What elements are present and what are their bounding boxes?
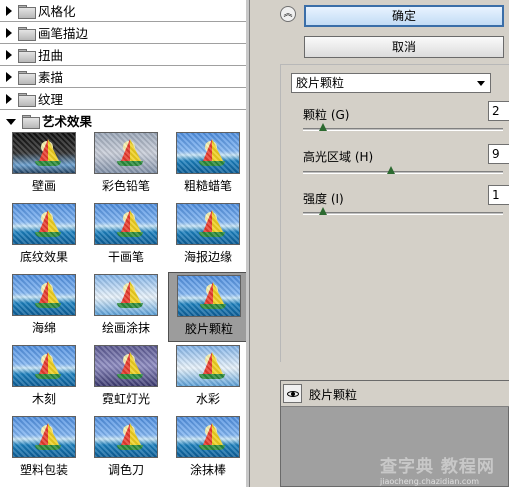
- highlight-area-slider-handle[interactable]: [387, 166, 396, 175]
- filter-preview-image: [94, 274, 158, 316]
- intensity-input[interactable]: 1: [488, 185, 509, 205]
- intensity-slider-handle[interactable]: [319, 207, 328, 216]
- ok-button[interactable]: 确定: [304, 5, 504, 27]
- filter-thumbnail[interactable]: 干画笔: [86, 201, 166, 271]
- filter-thumbnail[interactable]: 水彩: [168, 343, 248, 413]
- highlight-area-slider[interactable]: [303, 171, 503, 174]
- grain-slider-handle[interactable]: [319, 123, 328, 132]
- category-stylize[interactable]: 风格化: [0, 0, 249, 22]
- filter-preview-image: [12, 132, 76, 174]
- filter-thumbnail-label: 底纹效果: [19, 250, 68, 264]
- grain-slider[interactable]: [303, 128, 503, 131]
- filter-thumbnail-label: 彩色铅笔: [101, 179, 150, 193]
- folder-icon: [18, 48, 36, 63]
- filter-thumbnail[interactable]: 木刻: [4, 343, 84, 413]
- filter-thumbnail[interactable]: 胶片颗粒: [168, 272, 248, 342]
- filter-thumbnail[interactable]: 绘画涂抹: [86, 272, 166, 342]
- grain-input[interactable]: 2: [488, 101, 509, 121]
- visibility-toggle[interactable]: [283, 384, 302, 403]
- expand-arrow-icon[interactable]: [6, 93, 12, 104]
- filter-preview-image: [94, 416, 158, 458]
- filter-select[interactable]: 胶片颗粒: [291, 73, 491, 93]
- category-label: 艺术效果: [42, 114, 93, 129]
- eye-icon: [287, 391, 299, 397]
- filter-select-value: 胶片颗粒: [296, 76, 345, 90]
- filter-thumbnail-label: 木刻: [31, 392, 56, 406]
- folder-icon: [18, 70, 36, 85]
- filter-thumbnail-label: 干画笔: [107, 250, 144, 264]
- filter-preview-image: [12, 416, 76, 458]
- folder-open-icon: [22, 114, 40, 129]
- filter-thumbnail-label: 水彩: [195, 392, 220, 406]
- intensity-label: 强度 (I): [303, 192, 344, 206]
- category-texture[interactable]: 纹理: [0, 88, 249, 110]
- category-label: 纹理: [38, 92, 64, 107]
- category-label: 风格化: [38, 4, 76, 19]
- filter-thumbnail-label: 调色刀: [107, 463, 144, 477]
- filter-preview-image: [12, 345, 76, 387]
- category-brush-strokes[interactable]: 画笔描边: [0, 22, 249, 44]
- filter-preview-image: [94, 203, 158, 245]
- layer-label: 胶片颗粒: [309, 388, 358, 402]
- filter-thumbnails: 壁画 彩色铅笔 粗糙蜡笔底纹效果 干画笔 海报边缘海绵 绘画涂抹 胶片颗粒木刻 霓虹灯光 水彩塑…: [0, 130, 249, 487]
- filter-thumbnail[interactable]: 涂抹棒: [168, 414, 248, 484]
- grain-label: 颗粒 (G): [303, 108, 350, 122]
- scrollbar[interactable]: [246, 0, 249, 487]
- folder-icon: [18, 26, 36, 41]
- filter-thumbnail-label: 涂抹棒: [189, 463, 226, 477]
- highlight-area-label: 高光区域 (H): [303, 150, 374, 164]
- expand-arrow-icon[interactable]: [6, 27, 12, 38]
- filter-preview-image: [12, 203, 76, 245]
- filter-preview-image: [176, 132, 240, 174]
- category-label: 素描: [38, 70, 64, 85]
- filter-preview-image: [176, 203, 240, 245]
- collapse-gallery-button[interactable]: ︽: [280, 6, 296, 22]
- filter-thumbnail[interactable]: 海绵: [4, 272, 84, 342]
- filter-preview-image: [177, 275, 241, 317]
- filter-thumbnail-label: 海报边缘: [183, 250, 232, 264]
- filter-thumbnail-label: 绘画涂抹: [101, 321, 150, 335]
- collapse-arrow-icon[interactable]: [6, 118, 16, 125]
- filter-options: 胶片颗粒 颗粒 (G) 2 高光区域 (H) 9 强度 (I) 1: [280, 64, 509, 362]
- filter-thumbnail-label: 塑料包装: [19, 463, 68, 477]
- category-label: 扭曲: [38, 48, 64, 63]
- filter-preview-image: [176, 416, 240, 458]
- filter-thumbnail[interactable]: 彩色铅笔: [86, 130, 166, 200]
- category-sketch[interactable]: 素描: [0, 66, 249, 88]
- filter-gallery-list: 风格化 画笔描边 扭曲 素描 纹理 艺术效果 壁画 彩色铅笔 粗糙蜡笔底纹效果 干画笔…: [0, 0, 250, 487]
- dropdown-arrow-icon: [477, 81, 485, 86]
- intensity-slider[interactable]: [303, 212, 503, 215]
- highlight-area-input[interactable]: 9: [488, 144, 509, 164]
- filter-thumbnail-label: 壁画: [31, 179, 56, 193]
- filter-thumbnail-label: 胶片颗粒: [184, 322, 233, 336]
- filter-preview-image: [94, 345, 158, 387]
- expand-arrow-icon[interactable]: [6, 49, 12, 60]
- filter-thumbnail[interactable]: 壁画: [4, 130, 84, 200]
- filter-thumbnail[interactable]: 海报边缘: [168, 201, 248, 271]
- filter-settings-panel: ︽ 确定 取消 胶片颗粒 颗粒 (G) 2 高光区域 (H) 9 强度 (I) …: [268, 0, 509, 487]
- filter-thumbnail[interactable]: 粗糙蜡笔: [168, 130, 248, 200]
- filter-preview-image: [94, 132, 158, 174]
- expand-arrow-icon[interactable]: [6, 5, 12, 16]
- watermark: 查字典 教程网 jiaocheng.chazidian.com: [380, 452, 505, 486]
- filter-preview-image: [176, 345, 240, 387]
- filter-thumbnail[interactable]: 调色刀: [86, 414, 166, 484]
- filter-preview-image: [12, 274, 76, 316]
- watermark-url: jiaocheng.chazidian.com: [380, 477, 480, 486]
- category-label: 画笔描边: [38, 26, 89, 41]
- filter-thumbnail[interactable]: 底纹效果: [4, 201, 84, 271]
- category-artistic[interactable]: 艺术效果: [0, 110, 249, 132]
- filter-thumbnail[interactable]: 霓虹灯光: [86, 343, 166, 413]
- cancel-button[interactable]: 取消: [304, 36, 504, 58]
- filter-thumbnail-label: 霓虹灯光: [101, 392, 150, 406]
- filter-thumbnail[interactable]: 塑料包装: [4, 414, 84, 484]
- filter-thumbnail-label: 海绵: [31, 321, 56, 335]
- expand-arrow-icon[interactable]: [6, 71, 12, 82]
- watermark-title: 查字典 教程网: [380, 457, 495, 477]
- folder-icon: [18, 4, 36, 19]
- effect-layer-row[interactable]: 胶片颗粒: [281, 381, 509, 407]
- category-distort[interactable]: 扭曲: [0, 44, 249, 66]
- folder-icon: [18, 92, 36, 107]
- filter-thumbnail-label: 粗糙蜡笔: [183, 179, 232, 193]
